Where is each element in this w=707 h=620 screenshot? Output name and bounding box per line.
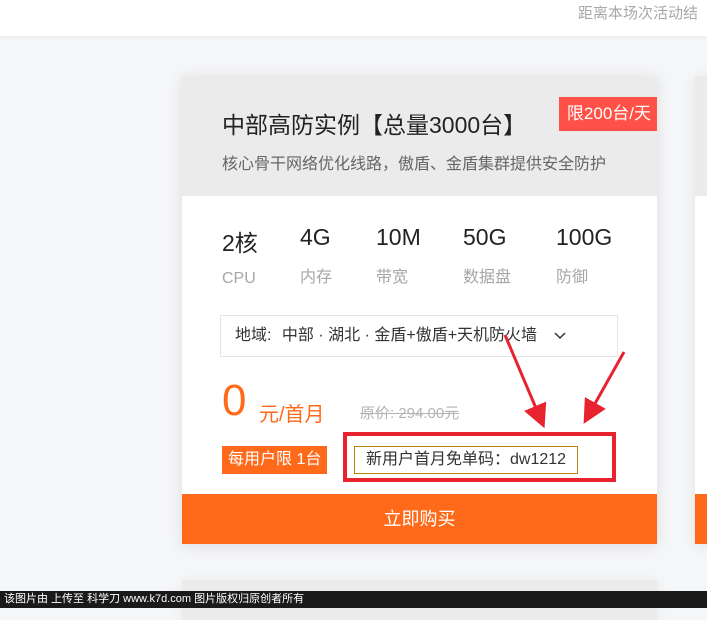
per-user-limit-badge: 每用户限 1台 [222, 446, 328, 474]
spec-disk: 50G 数据盘 [463, 224, 511, 287]
region-value: 中部 · 湖北 · 金盾+傲盾+天机防火墙 [281, 327, 538, 345]
spec-value: 10M [376, 224, 421, 250]
next-card-buy-button[interactable] [695, 494, 707, 544]
price-unit: 元/首月 [259, 404, 325, 426]
price-amount: 0 [222, 376, 247, 425]
spec-label: 数据盘 [463, 269, 512, 286]
spec-cpu: 2核 CPU [222, 224, 258, 288]
watermark-footer: 该图片由 上传至 科学刀 www.k7d.com 图片版权归原创者所有 [0, 591, 707, 608]
spec-memory: 4G 内存 [300, 224, 332, 287]
product-subtitle: 核心骨干网络优化线路，傲盾、金盾集群提供安全防护 [222, 156, 607, 173]
spec-value: 4G [300, 224, 331, 250]
spec-label: CPU [222, 270, 256, 287]
spec-defense: 100G 防御 [556, 224, 612, 287]
spec-label: 防御 [556, 269, 589, 286]
next-product-card[interactable] [695, 76, 707, 544]
product-title: 中部高防实例【总量3000台】 [222, 112, 527, 138]
region-select[interactable]: 地域: 中部 · 湖北 · 金盾+傲盾+天机防火墙 [220, 315, 618, 357]
countdown-text: 距离本场次活动结 [578, 5, 699, 22]
coupon-code[interactable]: 新用户首月免单码：dw1212 [354, 446, 579, 474]
top-bar: 距离本场次活动结 [0, 0, 707, 36]
spec-value: 100G [556, 224, 613, 250]
spec-value: 2核 [222, 230, 258, 256]
card-header: 中部高防实例【总量3000台】 限200台/天 核心骨干网络优化线路，傲盾、金盾… [182, 76, 657, 196]
chevron-down-icon [553, 316, 566, 356]
spec-bandwidth: 10M 带宽 [376, 224, 421, 287]
next-card-header [695, 76, 707, 196]
daily-limit-badge: 限200台/天 [558, 97, 657, 131]
buy-now-button[interactable]: 立即购买 [182, 494, 657, 544]
region-label: 地域: [235, 327, 272, 345]
spec-label: 内存 [300, 269, 333, 286]
spec-value: 50G [463, 224, 507, 250]
original-price: 原价: 294.00元 [360, 405, 460, 422]
product-card: 中部高防实例【总量3000台】 限200台/天 核心骨干网络优化线路，傲盾、金盾… [182, 76, 657, 544]
spec-label: 带宽 [376, 269, 409, 286]
